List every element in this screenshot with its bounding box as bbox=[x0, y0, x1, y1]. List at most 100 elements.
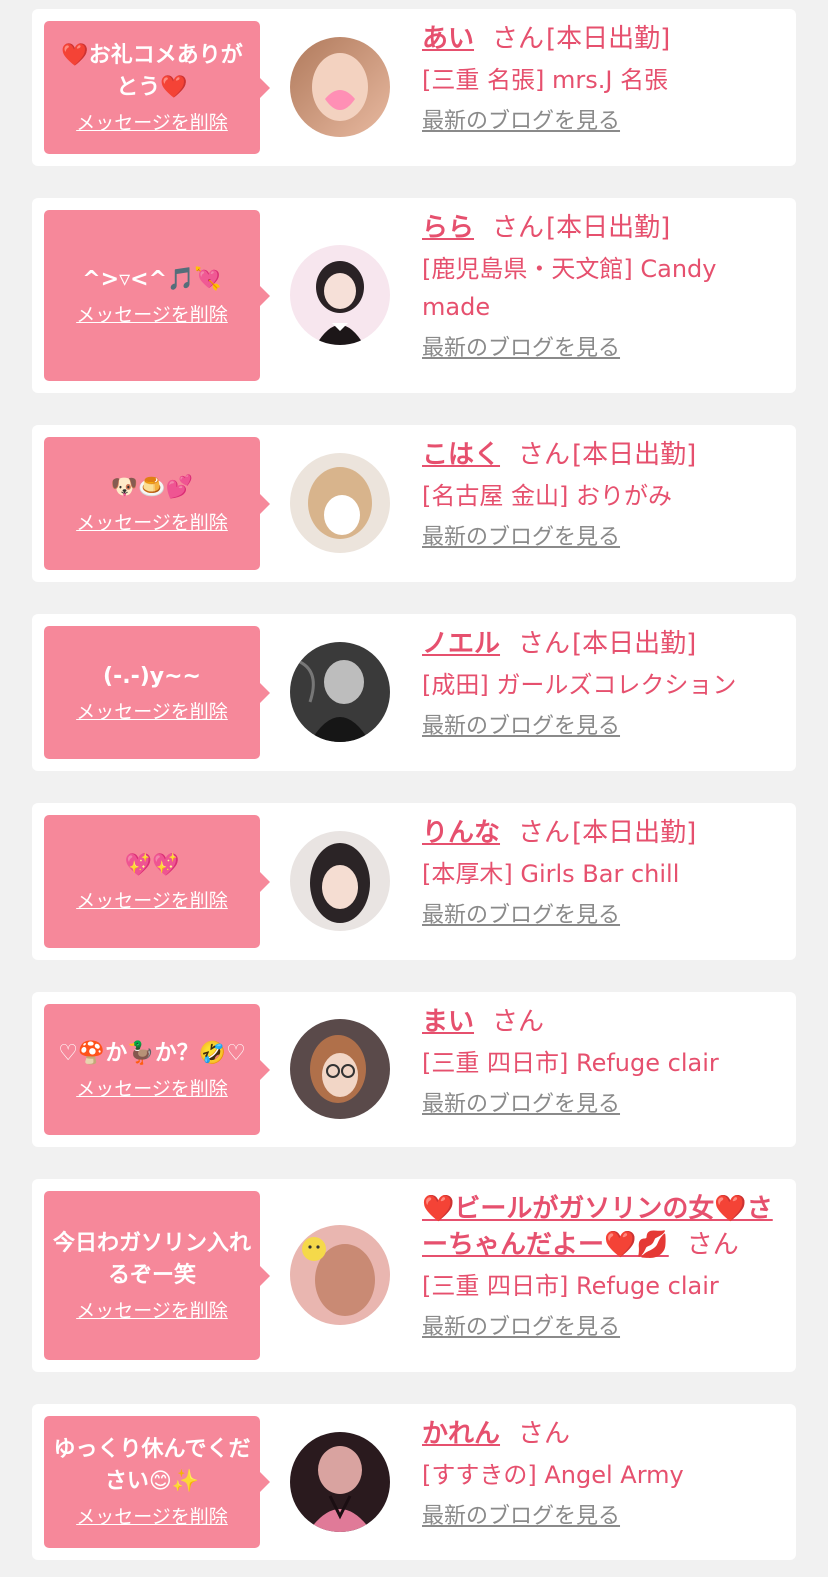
avatar-photo-blonde bbox=[290, 453, 390, 553]
avatar-photo-pink-heart bbox=[290, 37, 390, 137]
honorific: さん bbox=[518, 440, 571, 470]
girl-name-link[interactable]: こはく bbox=[422, 440, 500, 470]
attendance-status: [本日出勤] bbox=[572, 818, 697, 848]
delete-message-link[interactable]: メッセージを削除 bbox=[76, 510, 228, 536]
message-bubble: ゆっくり休んでください😊✨ メッセージを削除 bbox=[44, 1416, 270, 1548]
name-line: らら さん[本日出勤] bbox=[422, 210, 784, 246]
message-card: (-.-)y~~ メッセージを削除 ノエル さん[本日出勤] [成田] ガールズコ… bbox=[32, 614, 796, 771]
honorific: さん bbox=[518, 629, 571, 659]
delete-message-link[interactable]: メッセージを削除 bbox=[76, 302, 228, 328]
latest-blog-link[interactable]: 最新のブログを見る bbox=[422, 1313, 620, 1343]
name-line: かれん さん bbox=[422, 1416, 784, 1452]
message-bubble: 今日わガソリン入れるぞー笑 メッセージを削除 bbox=[44, 1191, 270, 1360]
profile-info: こはく さん[本日出勤] [名古屋 金山] おりがみ 最新のブログを見る bbox=[422, 437, 784, 553]
girl-name-link[interactable]: かれん bbox=[422, 1419, 500, 1449]
honorific: さん bbox=[492, 213, 545, 243]
avatar[interactable] bbox=[290, 453, 390, 553]
avatar-photo-monochrome bbox=[290, 642, 390, 742]
message-card: 今日わガソリン入れるぞー笑 メッセージを削除 ❤️ビールがガソリンの女❤️さーち… bbox=[32, 1179, 796, 1372]
honorific: さん bbox=[686, 1230, 739, 1260]
name-line: ❤️ビールがガソリンの女❤️さーちゃんだよー❤️💋 さん bbox=[422, 1191, 784, 1263]
latest-blog-link[interactable]: 最新のブログを見る bbox=[422, 334, 620, 364]
delete-message-link[interactable]: メッセージを削除 bbox=[76, 1076, 228, 1102]
message-text: ^>▿<^🎵💘 bbox=[82, 266, 222, 292]
avatar-photo-maid bbox=[290, 245, 390, 345]
message-bubble: ^>▿<^🎵💘 メッセージを削除 bbox=[44, 210, 270, 381]
delete-message-link[interactable]: メッセージを削除 bbox=[76, 110, 228, 136]
delete-message-link[interactable]: メッセージを削除 bbox=[76, 699, 228, 725]
shop-name: [三重 名張] mrs.J 名張 bbox=[422, 66, 669, 94]
attendance-status: [本日出勤] bbox=[572, 629, 697, 659]
message-card: 💖💖 メッセージを削除 りんな さん[本日出勤] [本厚木] Girls Bar … bbox=[32, 803, 796, 960]
avatar[interactable] bbox=[290, 245, 390, 345]
avatar-photo-dark-hair bbox=[290, 831, 390, 931]
message-card: ❤️お礼コメありがとう❤️ メッセージを削除 あい さん[本日出勤] [三重 名張… bbox=[32, 9, 796, 166]
honorific: さん bbox=[492, 1007, 545, 1037]
girl-name-link[interactable]: まい bbox=[422, 1007, 474, 1037]
shop-name: [すすきの] Angel Army bbox=[422, 1461, 684, 1489]
avatar[interactable] bbox=[290, 831, 390, 931]
avatar[interactable] bbox=[290, 1019, 390, 1119]
honorific: さん bbox=[518, 818, 571, 848]
girl-name-link[interactable]: あい bbox=[422, 24, 474, 54]
latest-blog-link[interactable]: 最新のブログを見る bbox=[422, 901, 620, 931]
shop-name: [名古屋 金山] おりがみ bbox=[422, 482, 672, 510]
girl-name-link[interactable]: ノエル bbox=[422, 629, 500, 659]
latest-blog-link[interactable]: 最新のブログを見る bbox=[422, 107, 620, 137]
message-text: ゆっくり休んでください😊✨ bbox=[53, 1437, 251, 1494]
name-line: まい さん bbox=[422, 1004, 784, 1040]
latest-blog-link[interactable]: 最新のブログを見る bbox=[422, 1502, 620, 1532]
name-line: ノエル さん[本日出勤] bbox=[422, 626, 784, 662]
attendance-status: [本日出勤] bbox=[546, 24, 671, 54]
profile-info: まい さん [三重 四日市] Refuge clair 最新のブログを見る bbox=[422, 1004, 784, 1120]
profile-info: ノエル さん[本日出勤] [成田] ガールズコレクション 最新のブログを見る bbox=[422, 626, 784, 742]
shop-name: [本厚木] Girls Bar chill bbox=[422, 860, 680, 888]
profile-info: ❤️ビールがガソリンの女❤️さーちゃんだよー❤️💋 さん [三重 四日市] Ref… bbox=[422, 1191, 784, 1343]
message-bubble: (-.-)y~~ メッセージを削除 bbox=[44, 626, 270, 759]
girl-name-link[interactable]: らら bbox=[422, 213, 474, 243]
message-bubble: ❤️お礼コメありがとう❤️ メッセージを削除 bbox=[44, 21, 270, 154]
avatar-photo-smiley bbox=[290, 1225, 390, 1325]
shop-name: [成田] ガールズコレクション bbox=[422, 671, 737, 699]
avatar[interactable] bbox=[290, 642, 390, 742]
attendance-status: [本日出勤] bbox=[572, 440, 697, 470]
message-bubble: ♡🍄か🦆か？🤣♡ メッセージを削除 bbox=[44, 1004, 270, 1135]
profile-info: らら さん[本日出勤] [鹿児島県・天文館] Candy made 最新のブログを… bbox=[422, 210, 784, 364]
honorific: さん bbox=[492, 24, 545, 54]
message-text: 🐶🍮💕 bbox=[110, 474, 194, 500]
message-card: ^>▿<^🎵💘 メッセージを削除 らら さん[本日出勤] [鹿児島県・天文館] C… bbox=[32, 198, 796, 393]
name-line: りんな さん[本日出勤] bbox=[422, 815, 784, 851]
avatar-photo-glasses bbox=[290, 1019, 390, 1119]
message-text: 💖💖 bbox=[124, 852, 180, 878]
profile-info: りんな さん[本日出勤] [本厚木] Girls Bar chill 最新のブログ… bbox=[422, 815, 784, 931]
message-text: ♡🍄か🦆か？🤣♡ bbox=[58, 1040, 246, 1066]
avatar-photo-pink-outfit bbox=[290, 1432, 390, 1532]
profile-info: かれん さん [すすきの] Angel Army 最新のブログを見る bbox=[422, 1416, 784, 1532]
avatar[interactable] bbox=[290, 37, 390, 137]
profile-info: あい さん[本日出勤] [三重 名張] mrs.J 名張 最新のブログを見る bbox=[422, 21, 784, 137]
attendance-status: [本日出勤] bbox=[546, 213, 671, 243]
latest-blog-link[interactable]: 最新のブログを見る bbox=[422, 1090, 620, 1120]
shop-name: [鹿児島県・天文館] Candy made bbox=[422, 255, 717, 321]
message-text: ❤️お礼コメありがとう❤️ bbox=[61, 42, 243, 100]
message-text: 今日わガソリン入れるぞー笑 bbox=[52, 1230, 251, 1288]
message-card: 🐶🍮💕 メッセージを削除 こはく さん[本日出勤] [名古屋 金山] おりがみ 最… bbox=[32, 425, 796, 582]
name-line: あい さん[本日出勤] bbox=[422, 21, 784, 57]
latest-blog-link[interactable]: 最新のブログを見る bbox=[422, 523, 620, 553]
message-bubble: 🐶🍮💕 メッセージを削除 bbox=[44, 437, 270, 570]
delete-message-link[interactable]: メッセージを削除 bbox=[76, 888, 228, 914]
latest-blog-link[interactable]: 最新のブログを見る bbox=[422, 712, 620, 742]
avatar[interactable] bbox=[290, 1432, 390, 1532]
girl-name-link[interactable]: りんな bbox=[422, 818, 500, 848]
message-bubble: 💖💖 メッセージを削除 bbox=[44, 815, 270, 948]
message-text: (-.-)y~~ bbox=[103, 663, 201, 689]
delete-message-link[interactable]: メッセージを削除 bbox=[76, 1504, 228, 1530]
message-card: ♡🍄か🦆か？🤣♡ メッセージを削除 まい さん [三重 四日市] Refuge c… bbox=[32, 992, 796, 1147]
message-card: ゆっくり休んでください😊✨ メッセージを削除 かれん さん [すすきの] Ange… bbox=[32, 1404, 796, 1560]
shop-name: [三重 四日市] Refuge clair bbox=[422, 1049, 719, 1077]
shop-name: [三重 四日市] Refuge clair bbox=[422, 1272, 719, 1300]
delete-message-link[interactable]: メッセージを削除 bbox=[76, 1298, 228, 1324]
name-line: こはく さん[本日出勤] bbox=[422, 437, 784, 473]
avatar[interactable] bbox=[290, 1225, 390, 1325]
honorific: さん bbox=[518, 1419, 571, 1449]
